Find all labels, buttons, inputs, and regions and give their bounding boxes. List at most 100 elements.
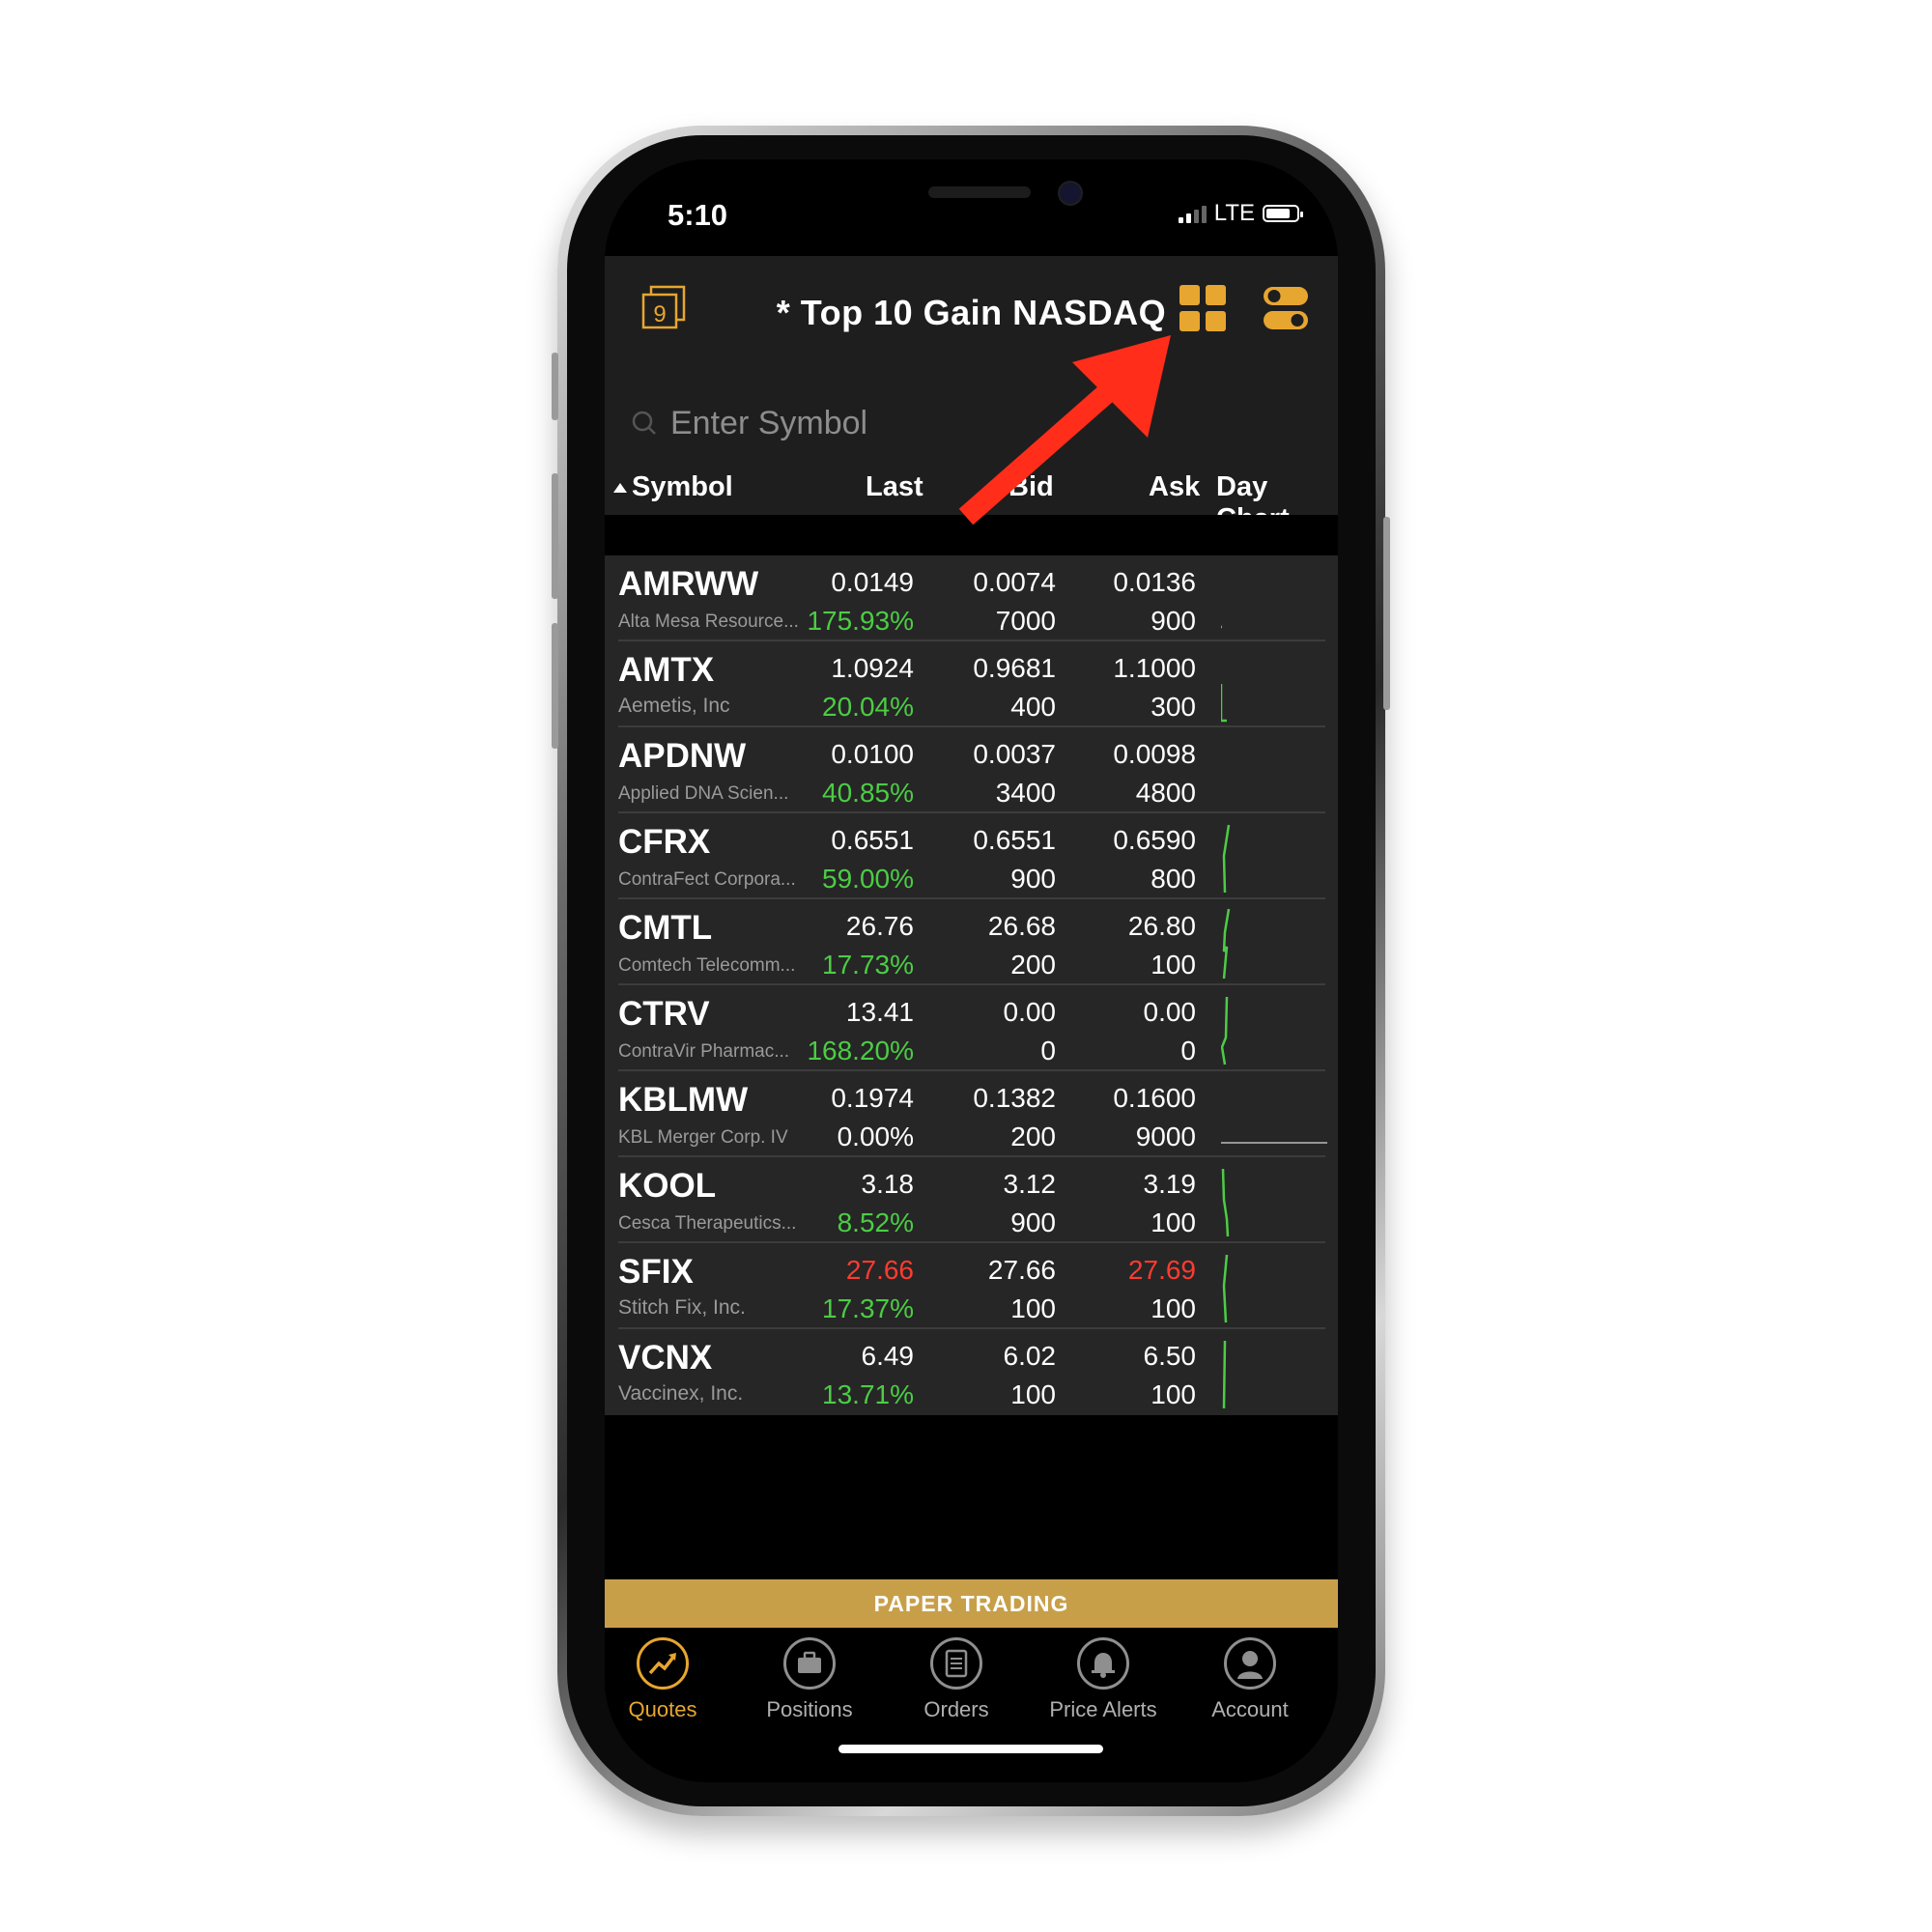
volume-down-button — [552, 623, 558, 749]
row-symbol: KOOL — [618, 1167, 717, 1205]
network-label: LTE — [1213, 200, 1255, 226]
table-row[interactable]: AMRWW Alta Mesa Resource... 0.0149 175.93% 0… — [605, 555, 1338, 641]
row-bid: 0.0074 — [973, 567, 1056, 597]
quotes-icon — [637, 1637, 689, 1690]
table-row[interactable]: CMTL Comtech Telecomm... 26.76 17.73% 26.68 2… — [605, 899, 1338, 985]
signal-icon — [1178, 204, 1207, 223]
row-symbol: CFRX — [618, 823, 711, 861]
tab-price-alerts[interactable]: Price Alerts — [1031, 1637, 1176, 1722]
tab-account-label: Account — [1211, 1697, 1289, 1721]
row-ask: 0.0136 — [1113, 567, 1196, 597]
row-last-price: 0.1974 — [831, 1083, 914, 1113]
row-last-price: 0.0100 — [831, 739, 914, 769]
top-bar: 9 * Top 10 Gain NASDAQ — [605, 256, 1338, 387]
row-ask-size: 100 — [1151, 1293, 1196, 1323]
row-last-price: 0.0149 — [831, 567, 914, 597]
grid-view-icon[interactable] — [1179, 285, 1226, 331]
table-row[interactable]: SFIX Stitch Fix, Inc. 27.66 17.37% 27.66 100 2… — [605, 1243, 1338, 1329]
paper-trading-banner[interactable]: PAPER TRADING — [605, 1579, 1338, 1628]
row-last-price: 1.0924 — [831, 653, 914, 683]
row-symbol: SFIX — [618, 1253, 694, 1291]
row-bid-size: 200 — [1010, 950, 1056, 980]
row-bid: 0.0037 — [973, 739, 1056, 769]
front-camera — [1058, 181, 1083, 206]
header-separator — [605, 515, 1338, 555]
tab-account[interactable]: Account — [1178, 1637, 1322, 1722]
row-bid: 3.12 — [1003, 1169, 1057, 1199]
tab-price-alerts-label: Price Alerts — [1049, 1697, 1157, 1721]
row-ask-size: 9000 — [1135, 1122, 1196, 1151]
row-day-chart — [1222, 908, 1231, 980]
table-row[interactable]: KBLMW KBL Merger Corp. IV 0.1974 0.00% 0.138… — [605, 1071, 1338, 1157]
row-day-chart — [1222, 1340, 1227, 1409]
row-ask-size: 0 — [1180, 1036, 1196, 1065]
page-title[interactable]: * Top 10 Gain NASDAQ — [605, 293, 1338, 333]
row-day-chart — [1221, 731, 1327, 810]
tab-positions-label: Positions — [766, 1697, 853, 1721]
row-bid: 0.9681 — [973, 653, 1056, 683]
symbol-search-input[interactable] — [668, 403, 1252, 443]
row-bid-size: 400 — [1010, 692, 1056, 722]
table-row[interactable]: KOOL Cesca Therapeutics... 3.18 8.52% 3.12 90… — [605, 1157, 1338, 1243]
table-row[interactable]: APDNW Applied DNA Scien... 0.0100 40.85% 0.0… — [605, 727, 1338, 813]
row-ask-size: 300 — [1151, 692, 1196, 722]
row-ask-size: 100 — [1151, 1208, 1196, 1237]
battery-icon — [1263, 205, 1303, 222]
row-company-name: ContraVir Pharmac... — [618, 1041, 790, 1062]
row-percent-change: 40.85% — [822, 778, 914, 808]
row-bid: 0.00 — [1003, 997, 1057, 1027]
row-last-price: 0.6551 — [831, 825, 914, 855]
table-row[interactable]: VCNX Vaccinex, Inc. 6.49 13.71% 6.02 100 6.50 1… — [605, 1329, 1338, 1415]
search-bar[interactable] — [618, 391, 1314, 455]
clipboard-icon — [930, 1637, 982, 1690]
row-last-price: 3.18 — [861, 1169, 915, 1199]
tab-positions[interactable]: Positions — [737, 1637, 882, 1722]
row-ask: 0.6590 — [1113, 825, 1196, 855]
row-symbol: CTRV — [618, 995, 710, 1033]
row-day-chart — [1221, 996, 1229, 1065]
table-row[interactable]: CFRX ContraFect Corpora... 0.6551 59.00% 0.6… — [605, 813, 1338, 899]
row-ask: 0.0098 — [1113, 739, 1196, 769]
settings-toggle-icon[interactable] — [1262, 285, 1310, 331]
tab-bar: Quotes Positions Orders Price Alerts Acc… — [605, 1628, 1338, 1782]
row-symbol: APDNW — [618, 737, 747, 775]
tab-orders[interactable]: Orders — [884, 1637, 1029, 1722]
row-symbol: AMTX — [618, 651, 715, 689]
row-percent-change: 17.73% — [822, 950, 914, 980]
row-last-price: 13.41 — [845, 997, 914, 1027]
app-content: 9 * Top 10 Gain NASDAQ Symbol Last — [605, 256, 1338, 1782]
tab-quotes[interactable]: Quotes — [605, 1637, 735, 1722]
row-ask: 0.00 — [1143, 997, 1197, 1027]
row-bid: 27.66 — [987, 1255, 1056, 1285]
row-bid: 0.6551 — [973, 825, 1056, 855]
row-company-name: Applied DNA Scien... — [618, 783, 789, 804]
row-ask-size: 100 — [1151, 1379, 1196, 1409]
account-icon — [1224, 1637, 1276, 1690]
table-row[interactable]: CTRV ContraVir Pharmac... 13.41 168.20% 0.00… — [605, 985, 1338, 1071]
row-ask-size: 4800 — [1135, 778, 1196, 808]
row-ask-size: 900 — [1151, 606, 1196, 636]
row-day-chart — [1221, 1142, 1327, 1144]
column-symbol[interactable]: Symbol — [632, 471, 733, 503]
row-day-chart — [1222, 824, 1231, 894]
row-bid: 0.1382 — [973, 1083, 1056, 1113]
column-header-row: Symbol Last Bid Ask Day Chart — [605, 464, 1338, 534]
column-ask[interactable]: Ask — [1149, 471, 1200, 503]
row-symbol: VCNX — [618, 1339, 713, 1377]
row-company-name: KBL Merger Corp. IV — [618, 1127, 788, 1148]
notch — [768, 159, 1175, 235]
row-bid-size: 7000 — [995, 606, 1056, 636]
row-company-name: Stitch Fix, Inc. — [618, 1296, 746, 1319]
search-icon — [632, 411, 656, 435]
row-ask: 1.1000 — [1113, 653, 1196, 683]
column-last[interactable]: Last — [866, 471, 923, 503]
table-row[interactable]: AMTX Aemetis, Inc 1.0924 20.04% 0.9681 400 1.1… — [605, 641, 1338, 727]
bell-icon — [1077, 1637, 1129, 1690]
sort-asc-icon[interactable] — [612, 471, 628, 503]
column-bid[interactable]: Bid — [1009, 471, 1054, 503]
row-last-price: 26.76 — [845, 911, 914, 941]
row-ask: 3.19 — [1143, 1169, 1197, 1199]
row-ask: 27.69 — [1127, 1255, 1196, 1285]
row-percent-change: 13.71% — [822, 1379, 914, 1409]
speaker-grille — [928, 186, 1031, 198]
